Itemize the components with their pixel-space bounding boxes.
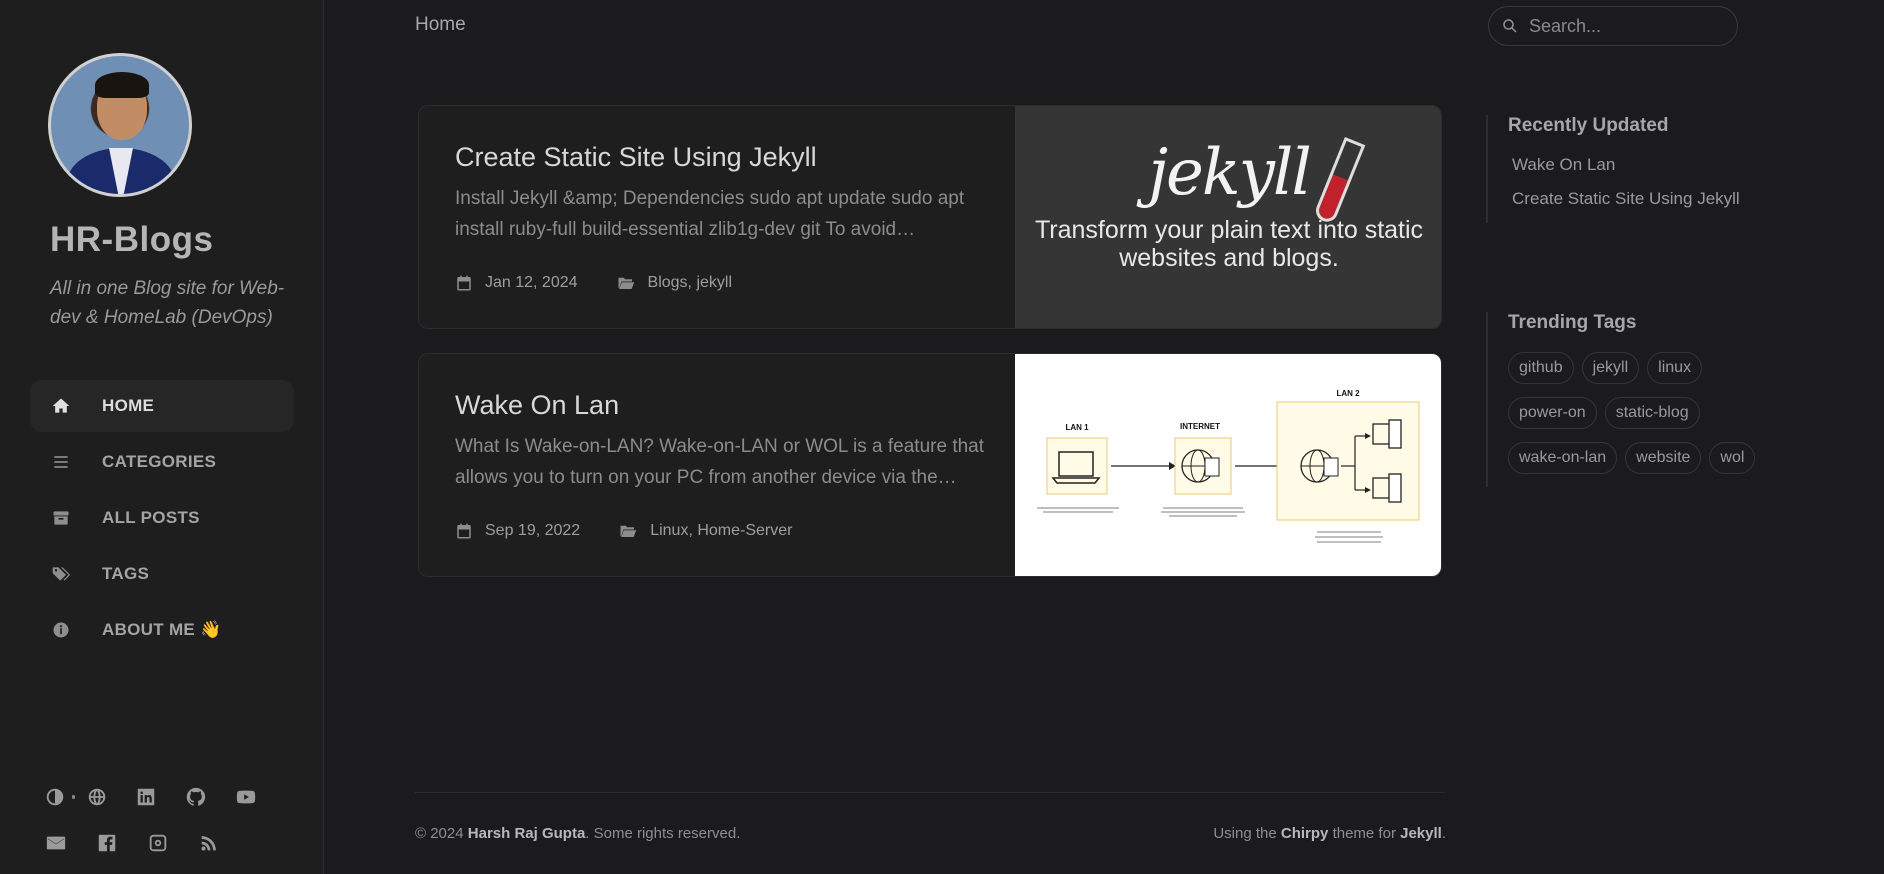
nav-label: ABOUT ME 👋 <box>102 620 222 639</box>
test-tube-icon <box>1312 137 1366 225</box>
youtube-icon[interactable] <box>234 785 257 809</box>
nav-item-categories[interactable]: CATEGORIES <box>30 436 294 488</box>
trending-tags-heading: Trending Tags <box>1508 312 1637 333</box>
wake-on-lan-diagram: LAN 1 INTERNET LAN 2 <box>1037 389 1420 543</box>
chirpy-link[interactable]: Chirpy <box>1281 825 1329 842</box>
list-icon <box>50 451 72 473</box>
lan1-label: LAN 1 <box>1065 423 1089 432</box>
post-title[interactable]: Wake On Lan <box>455 390 979 421</box>
jekyll-tagline: Transform your plain text into static we… <box>1034 216 1424 272</box>
post-categories: Blogs, jekyll <box>647 274 733 291</box>
linkedin-icon[interactable] <box>135 785 158 809</box>
search-box[interactable] <box>1488 6 1738 46</box>
search-input[interactable] <box>1529 15 1719 37</box>
site-title[interactable]: HR-Blogs <box>50 220 213 260</box>
recent-link[interactable]: Wake On Lan <box>1512 155 1766 175</box>
footer-copyright: © 2024 Harsh Raj Gupta. Some rights rese… <box>415 825 741 842</box>
instagram-icon[interactable] <box>146 831 170 855</box>
footer-divider <box>415 792 1445 793</box>
lan2-label: LAN 2 <box>1336 389 1360 398</box>
post-date: Jan 12, 2024 <box>485 274 578 291</box>
author-link[interactable]: Harsh Raj Gupta <box>468 825 586 842</box>
breadcrumb: Home <box>415 14 466 35</box>
tags-icon <box>50 563 72 585</box>
tag-chip[interactable]: static-blog <box>1604 397 1700 429</box>
recent-link[interactable]: Create Static Site Using Jekyll <box>1512 189 1766 209</box>
nav-item-tags[interactable]: TAGS <box>30 548 294 600</box>
tag-chip[interactable]: linux <box>1647 352 1703 384</box>
post-title[interactable]: Create Static Site Using Jekyll <box>455 142 979 173</box>
tag-chip[interactable]: jekyll <box>1581 352 1640 384</box>
calendar-icon <box>457 523 471 539</box>
sidebar: HR-Blogs All in one Blog site for Web-de… <box>0 0 324 874</box>
nav-label: TAGS <box>102 564 150 583</box>
recently-updated-panel: Recently Updated Wake On Lan Create Stat… <box>1486 115 1766 223</box>
tag-chip[interactable]: wake-on-lan <box>1508 442 1618 474</box>
info-icon <box>50 619 72 641</box>
post-preview-image: LAN 1 INTERNET LAN 2 <box>1015 354 1441 576</box>
trending-tags-panel: Trending Tags github jekyll linux power-… <box>1486 312 1766 487</box>
globe-icon[interactable] <box>85 785 108 809</box>
site-subtitle: All in one Blog site for Web-dev & HomeL… <box>50 278 285 328</box>
jekyll-logo: jekyll <box>1148 136 1366 225</box>
nav-item-home[interactable]: HOME <box>30 380 294 432</box>
sidebar-bottom-icons <box>44 774 284 866</box>
home-icon <box>50 395 72 417</box>
post-preview-image: jekyll Transform your plain text into st… <box>1015 106 1441 328</box>
post-categories: Linux, Home-Server <box>650 522 793 539</box>
post-text: Wake On Lan What Is Wake-on-LAN? Wake-on… <box>419 354 1015 576</box>
post-card[interactable]: Create Static Site Using Jekyll Install … <box>418 105 1442 329</box>
post-excerpt: What Is Wake-on-LAN? Wake-on-LAN or WOL … <box>455 436 985 488</box>
jekyll-link[interactable]: Jekyll <box>1400 825 1442 842</box>
post-excerpt: Install Jekyll &amp; Dependencies sudo a… <box>455 188 965 240</box>
nav-item-all-posts[interactable]: ALL POSTS <box>30 492 294 544</box>
post-card[interactable]: Wake On Lan What Is Wake-on-LAN? Wake-on… <box>418 353 1442 577</box>
tag-chip[interactable]: power-on <box>1508 397 1597 429</box>
sidebar-nav: HOME CATEGORIES ALL POSTS TAGS ABOUT ME … <box>30 380 294 660</box>
tag-list: github jekyll linux power-on static-blog… <box>1508 352 1778 487</box>
calendar-icon <box>457 275 471 291</box>
theme-toggle-icon[interactable] <box>44 785 67 809</box>
email-icon[interactable] <box>44 831 68 855</box>
tag-chip[interactable]: github <box>1508 352 1574 384</box>
tag-chip[interactable]: website <box>1625 442 1702 474</box>
folder-open-icon <box>620 525 637 537</box>
tag-chip[interactable]: wol <box>1709 442 1756 474</box>
avatar[interactable] <box>48 53 192 197</box>
post-text: Create Static Site Using Jekyll Install … <box>419 106 1015 328</box>
archive-icon <box>50 507 72 529</box>
separator-dot <box>71 795 76 799</box>
search-icon <box>1503 19 1517 33</box>
nav-item-about[interactable]: ABOUT ME 👋 <box>30 604 294 656</box>
post-date: Sep 19, 2022 <box>485 522 581 539</box>
recently-updated-heading: Recently Updated <box>1508 115 1669 136</box>
footer-theme-credit: Using the Chirpy theme for Jekyll. <box>1213 825 1446 842</box>
post-meta: Jan 12, 2024 Blogs, jekyll <box>455 274 732 292</box>
nav-label: ALL POSTS <box>102 508 200 527</box>
folder-open-icon <box>618 277 634 289</box>
nav-label: CATEGORIES <box>102 452 217 471</box>
nav-label: HOME <box>102 396 155 415</box>
facebook-icon[interactable] <box>95 831 119 855</box>
rss-icon[interactable] <box>197 831 221 855</box>
github-icon[interactable] <box>185 785 208 809</box>
internet-label: INTERNET <box>1180 422 1220 431</box>
post-meta: Sep 19, 2022 Linux, Home-Server <box>455 522 792 540</box>
